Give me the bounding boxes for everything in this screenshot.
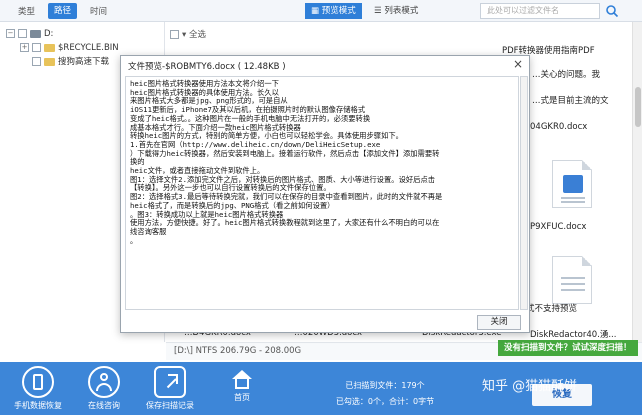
file-preview-dialog: 文件预览-$ROBMTY6.docx ( 12.48KB ) × heic图片格… xyxy=(120,55,530,333)
select-all[interactable]: ▾ 全选 xyxy=(170,28,206,40)
collapse-icon[interactable]: − xyxy=(6,29,15,38)
file-name: 式不支持预览 xyxy=(526,304,578,314)
file-name: …式是目前主流的文 xyxy=(532,96,609,106)
phone-icon xyxy=(22,366,54,398)
folder-icon xyxy=(44,57,55,66)
close-icon[interactable]: × xyxy=(513,58,523,70)
grid-icon: ▦ xyxy=(311,6,322,16)
preview-line: 线咨询客服 xyxy=(130,226,167,236)
phone-recovery-button[interactable]: 手机数据恢复 xyxy=(8,366,68,411)
docx-file-icon[interactable] xyxy=(552,160,592,208)
tab-time[interactable]: 时间 xyxy=(90,4,107,20)
search-icon[interactable] xyxy=(605,4,619,18)
dialog-scrollbar[interactable] xyxy=(520,76,528,310)
unsupported-file-icon[interactable] xyxy=(552,256,592,304)
export-icon xyxy=(154,366,186,398)
folder-icon xyxy=(44,43,55,52)
scroll-thumb[interactable] xyxy=(635,87,641,127)
select-all-checkbox[interactable] xyxy=(170,30,179,39)
user-icon xyxy=(88,366,120,398)
file-name[interactable]: 04GKR0.docx xyxy=(530,122,630,132)
tree-item-sogou[interactable]: 搜狗高速下载 xyxy=(20,55,109,69)
tree-checkbox[interactable] xyxy=(32,57,41,66)
preview-text: heic图片格式转换器使用方法本文将介绍一下 heic图片格式转换器的具体使用方法… xyxy=(125,76,519,310)
file-name[interactable]: P9XFUC.docx xyxy=(530,222,630,232)
scrollbar[interactable] xyxy=(632,22,642,342)
close-button[interactable]: 关闭 xyxy=(477,315,521,330)
list-icon: ☰ xyxy=(374,6,385,16)
file-name: …关心的问题。我 xyxy=(532,70,601,80)
bottom-bar: 手机数据恢复 在线咨询 保存扫描记录 首页 已扫描到文件：179个 已勾选：0个… xyxy=(0,362,642,415)
tree-drive[interactable]: − D: xyxy=(6,27,53,41)
preview-line: 使用方法，方便快捷。好了。heic图片格式转换教程就到这里了，大家还有什么不明白… xyxy=(130,218,440,228)
preview-mode-button[interactable]: ▦ 预览模式 xyxy=(305,3,362,19)
expand-icon[interactable]: + xyxy=(20,43,29,52)
tree-checkbox[interactable] xyxy=(18,29,27,38)
top-toolbar: 类型 路径 时间 ▦ 预览模式 ☰ 列表模式 此处可以过滤文件名 xyxy=(0,0,642,22)
selected-count: 已勾选：0个，合计：0字节 xyxy=(335,397,435,406)
drive-info: [D:\] NTFS 206.79G - 208.00G xyxy=(174,346,302,356)
scanned-count: 已扫描到文件：179个 xyxy=(345,381,425,390)
tab-type[interactable]: 类型 xyxy=(18,4,35,20)
preview-line: ）下载得力heic转换器，然后安装到电脑上。接着运行软件，然后点击【添加文件】添… xyxy=(130,148,440,158)
save-scan-record-button[interactable]: 保存扫描记录 xyxy=(140,366,200,411)
tab-path[interactable]: 路径 xyxy=(48,3,78,19)
home-icon xyxy=(232,370,252,379)
file-name[interactable]: DiskRedactor40.湧... xyxy=(530,328,632,340)
tree-checkbox[interactable] xyxy=(32,43,41,52)
drive-icon xyxy=(30,29,41,38)
dialog-title: 文件预览-$ROBMTY6.docx ( 12.48KB ) xyxy=(128,62,286,72)
list-mode-button[interactable]: ☰ 列表模式 xyxy=(368,3,424,19)
tree-item-recycle[interactable]: + $RECYCLE.BIN xyxy=(20,41,119,55)
online-consult-button[interactable]: 在线咨询 xyxy=(74,366,134,411)
deep-scan-button[interactable]: 没有扫描到文件？试试深度扫描！ xyxy=(498,340,638,356)
dropdown-icon[interactable]: ▾ xyxy=(182,30,186,40)
watermark: 知乎 @猫猫酥饼 xyxy=(482,379,578,394)
preview-line: 。 xyxy=(130,235,138,245)
search-input[interactable]: 此处可以过滤文件名 xyxy=(480,3,600,19)
home-button[interactable]: 首页 xyxy=(224,370,260,403)
